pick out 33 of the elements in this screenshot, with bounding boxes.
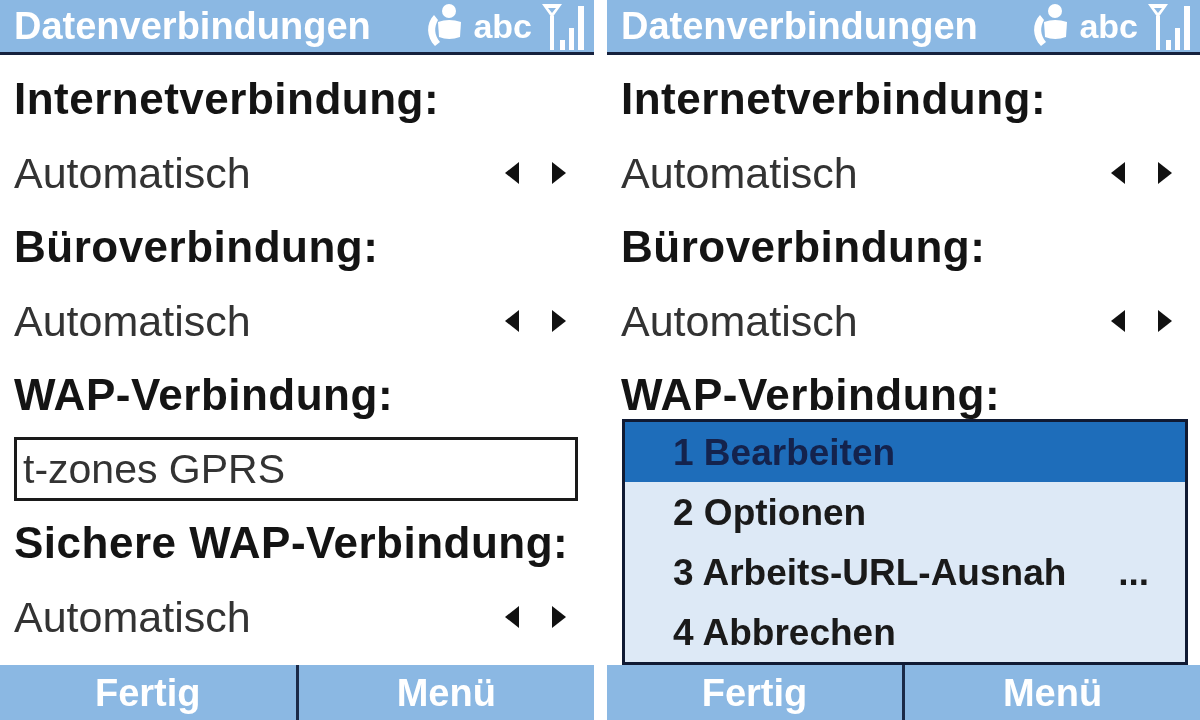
input-mode-indicator: abc <box>473 9 532 43</box>
setting-label: WAP-Verbindung: <box>621 373 1001 417</box>
setting-value: Automatisch <box>621 151 858 195</box>
setting-value: Automatisch <box>621 299 858 343</box>
setting-label: Internetverbindung: <box>14 77 440 121</box>
input-field[interactable]: t-zones GPRS <box>14 437 578 501</box>
window-title: Datenverbindungen <box>621 7 978 45</box>
setting-label: Büroverbindung: <box>621 225 986 269</box>
menu-item[interactable]: 1 Bearbeiten <box>625 422 1185 482</box>
right-arrow-icon <box>552 162 566 184</box>
signal-icon <box>1146 2 1192 50</box>
right-arrow-icon <box>1158 310 1172 332</box>
softkey-button[interactable]: Fertig <box>607 665 902 720</box>
left-arrow-icon <box>505 162 519 184</box>
setting-label: Büroverbindung: <box>14 225 379 269</box>
setting-label: Internetverbindung: <box>621 77 1047 121</box>
setting-label: Sichere WAP-Verbindung: <box>14 521 569 565</box>
left-arrow-icon <box>505 310 519 332</box>
left-arrow-icon <box>505 606 519 628</box>
right-arrow-icon <box>552 606 566 628</box>
signal-icon <box>540 2 586 50</box>
setting-value: Automatisch <box>14 299 251 343</box>
softkey-button[interactable]: Menü <box>295 665 594 720</box>
left-arrow-icon <box>1111 310 1125 332</box>
right-arrow-icon <box>552 310 566 332</box>
left-arrow-icon <box>1111 162 1125 184</box>
input-mode-indicator: abc <box>1079 9 1138 43</box>
right-arrow-icon <box>1158 162 1172 184</box>
setting-label: WAP-Verbindung: <box>14 373 394 417</box>
window-title: Datenverbindungen <box>14 7 371 45</box>
softkey-button[interactable]: Fertig <box>0 665 296 720</box>
setting-value: Automatisch <box>14 595 251 639</box>
setting-value: Automatisch <box>14 151 251 195</box>
